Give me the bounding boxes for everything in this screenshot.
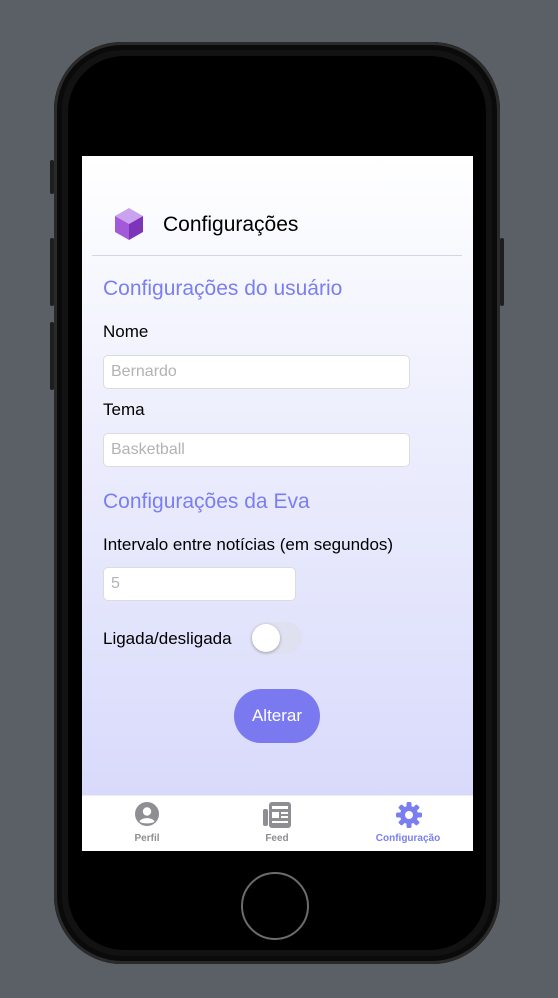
theme-label: Tema <box>103 400 145 419</box>
toggle-knob <box>252 624 280 652</box>
theme-input[interactable] <box>103 433 410 467</box>
interval-label: Intervalo entre notícias (em segundos) <box>103 535 394 554</box>
power-button <box>500 238 504 306</box>
user-settings-title: Configurações do usuário <box>103 277 343 300</box>
alterar-button[interactable]: Alterar <box>234 689 320 743</box>
person-circle-icon <box>135 802 159 826</box>
page-title: Configurações <box>163 213 299 236</box>
tab-label: Configuração <box>375 833 441 844</box>
volume-up-button <box>50 238 54 306</box>
tab-label: Feed <box>265 833 289 844</box>
tab-bar: Perfil Feed Configuração <box>82 795 473 851</box>
name-input[interactable] <box>103 355 410 389</box>
header: Configurações <box>92 156 462 256</box>
silent-switch <box>50 160 54 194</box>
tab-feed[interactable]: Feed <box>212 796 342 851</box>
newspaper-icon <box>263 802 291 828</box>
toggle-label: Ligada/desligada <box>103 629 232 648</box>
app-screen: Configurações Configurações do usuário N… <box>82 156 473 851</box>
interval-input[interactable] <box>103 567 296 601</box>
power-toggle[interactable] <box>250 622 302 654</box>
cube-icon <box>115 208 143 240</box>
eva-settings-title: Configurações da Eva <box>103 490 310 513</box>
home-button[interactable] <box>241 872 309 940</box>
tab-configuracao[interactable]: Configuração <box>343 796 473 851</box>
tab-label: Perfil <box>134 833 160 844</box>
tab-perfil[interactable]: Perfil <box>82 796 212 851</box>
gear-icon <box>396 802 422 828</box>
volume-down-button <box>50 322 54 390</box>
name-label: Nome <box>103 322 149 341</box>
